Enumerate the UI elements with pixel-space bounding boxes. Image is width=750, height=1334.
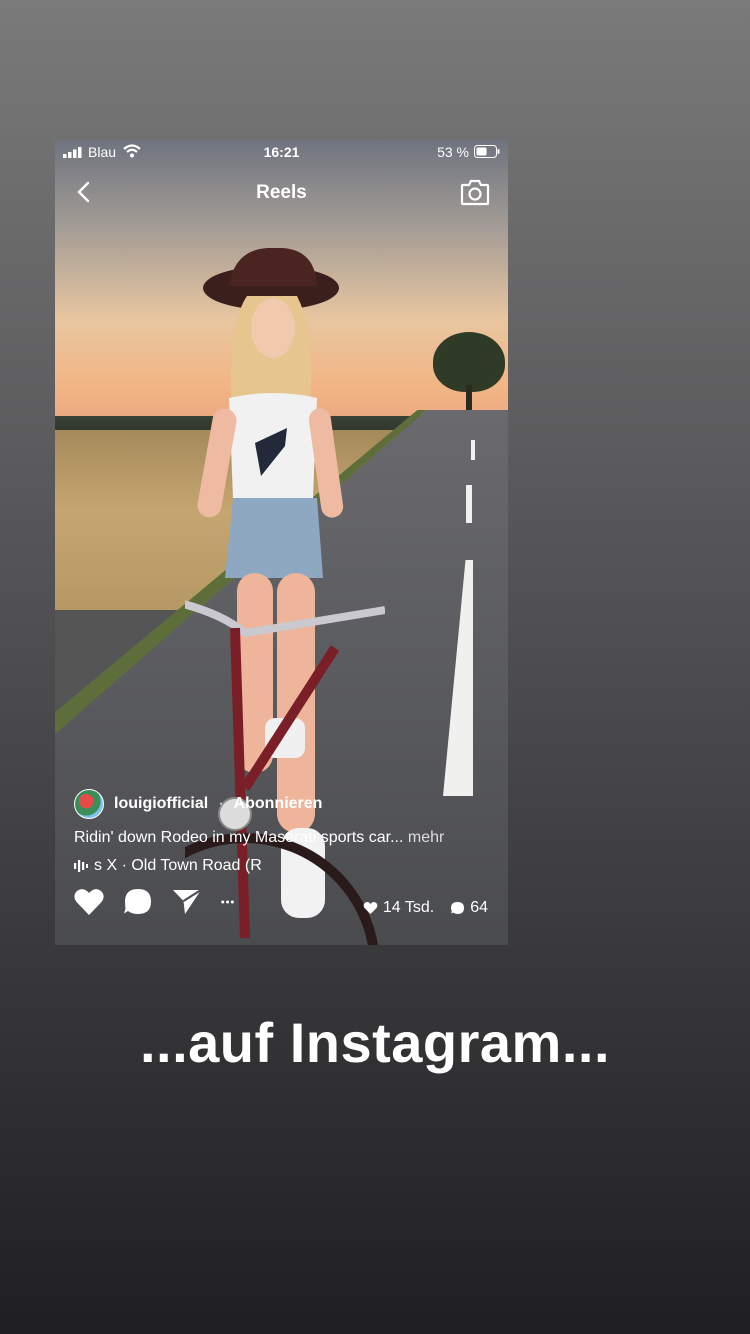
comments-count[interactable]: 64 [450,899,488,917]
avatar[interactable] [74,789,104,819]
more-icon[interactable] [220,887,242,917]
status-bar: Blau 16:21 53 % [55,140,508,164]
battery-percent: 53 % [437,144,469,160]
reel-screenshot: Blau 16:21 53 % Reels louigiofficial · A… [55,140,508,945]
user-row: louigiofficial · Abonnieren [74,789,322,819]
subscribe-button[interactable]: Abonnieren [234,795,323,813]
comments-label: 64 [470,899,488,916]
comment-icon [451,902,465,914]
username[interactable]: louigiofficial [114,795,208,813]
separator: · [218,795,224,812]
music-icon [74,860,88,872]
caption[interactable]: Ridin' down Rodeo in my Maserati sports … [74,829,444,847]
reel-stats: 14 Tsd. 64 [363,899,488,917]
heart-icon[interactable] [73,887,105,917]
reel-info: louigiofficial · Abonnieren Ridin' down … [55,775,508,945]
more-link[interactable]: mehr [408,829,444,846]
comment-icon[interactable] [122,887,154,917]
music-title: s X · Old Town Road (R [94,857,262,874]
caption-text: Ridin' down Rodeo in my Maserati sports … [74,829,404,846]
action-bar [73,887,259,917]
heart-icon [363,902,378,914]
likes-label: 14 Tsd. [382,899,435,916]
battery-icon [474,145,500,158]
camera-icon[interactable] [460,178,490,206]
story-headline: ...auf Instagram... [139,1011,611,1074]
share-icon[interactable] [171,887,203,917]
music-row[interactable]: s X · Old Town Road (R [74,857,262,875]
likes-count[interactable]: 14 Tsd. [363,899,434,917]
page-title: Reels [256,182,307,203]
reels-header: Reels [55,174,508,210]
